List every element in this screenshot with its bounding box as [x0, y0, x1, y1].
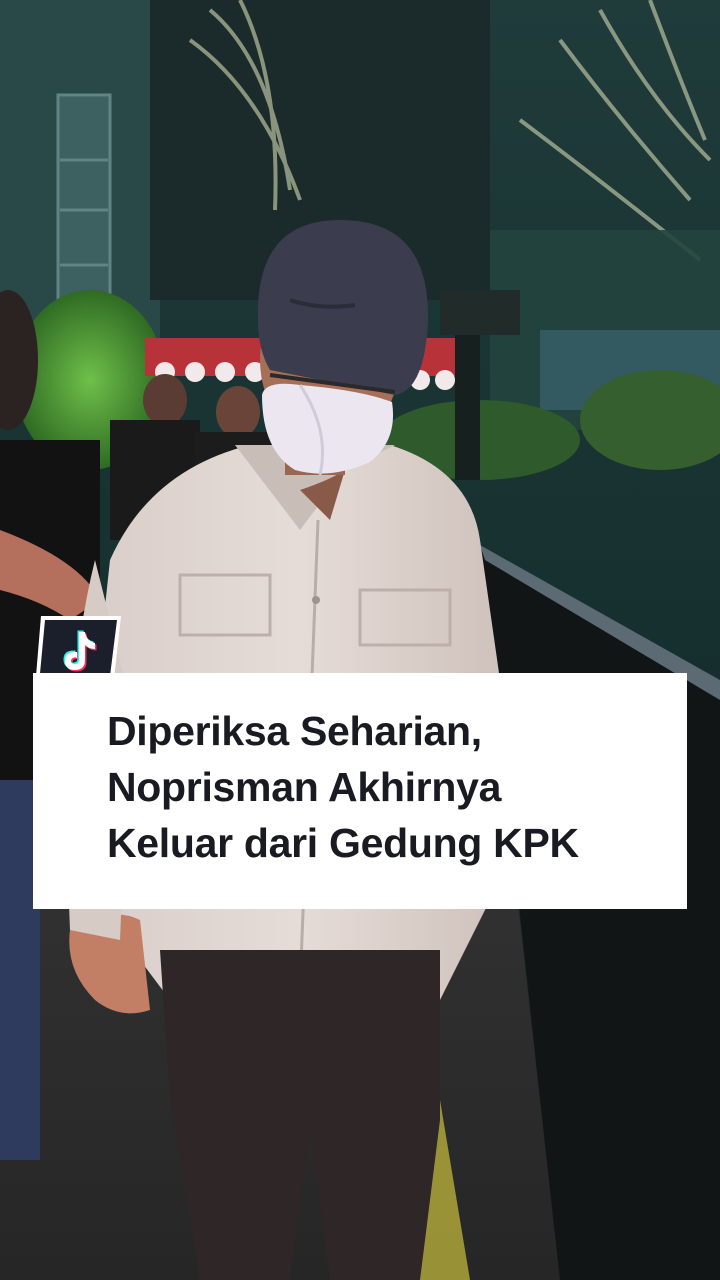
headline-caption: Diperiksa Seharian, Noprisman Akhirnya K…	[33, 673, 687, 909]
headline-line-3: Keluar dari Gedung KPK	[107, 820, 579, 866]
news-video-frame: Diperiksa Seharian, Noprisman Akhirnya K…	[0, 0, 720, 1280]
headline-line-1: Diperiksa Seharian,	[107, 708, 482, 754]
building-window	[56, 93, 112, 322]
headline-line-2: Noprisman Akhirnya	[107, 764, 502, 810]
